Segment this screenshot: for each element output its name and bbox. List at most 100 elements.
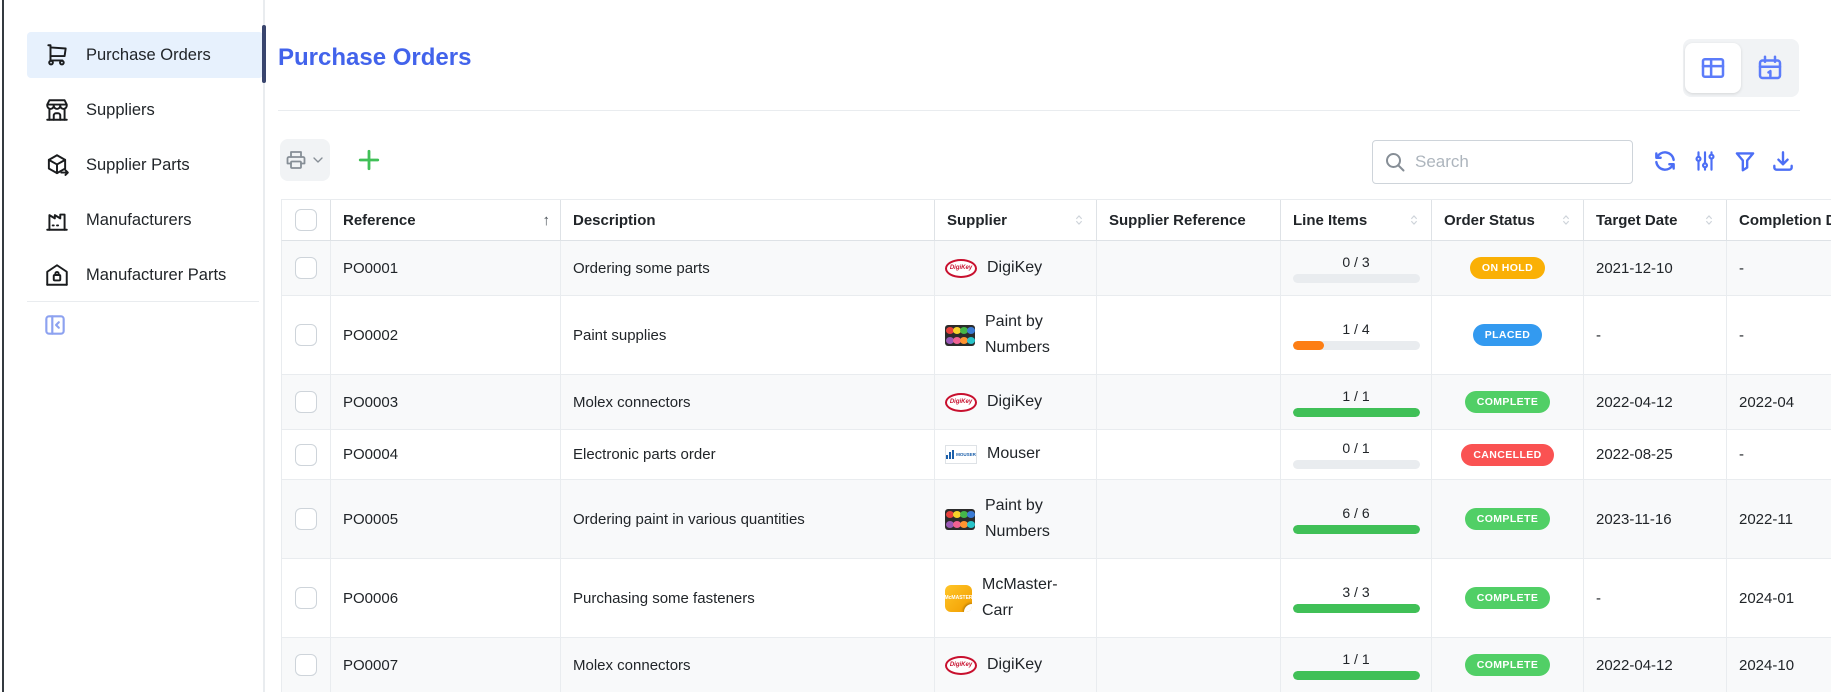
line-items-cell: 0 / 3 [1281,241,1432,296]
reference-cell[interactable]: PO0007 [331,638,561,692]
search-input[interactable] [1415,152,1636,172]
select-all-checkbox-cell [281,200,331,241]
supplier-cell[interactable]: McMASTERMcMaster-Carr [935,559,1097,638]
calendar-icon [1755,53,1785,83]
line-items-progress [1293,460,1420,469]
description-value: Ordering some parts [561,260,710,277]
table-row[interactable]: PO0004Electronic parts orderMOUSERMouser… [281,430,1831,480]
table-row[interactable]: PO0005Ordering paint in various quantiti… [281,480,1831,559]
reference-cell[interactable]: PO0001 [331,241,561,296]
add-purchase-order-button[interactable] [355,146,383,174]
row-checkbox-cell [281,638,331,692]
sidebar-divider [27,301,259,302]
reference-cell[interactable]: PO0005 [331,480,561,559]
order-status-badge: COMPLETE [1465,508,1551,530]
column-header-label: Supplier Reference [1109,212,1246,229]
reference-cell[interactable]: PO0002 [331,296,561,375]
row-checkbox[interactable] [295,391,317,413]
building-warehouse-icon [44,262,70,288]
sidebar-item-label: Purchase Orders [86,46,211,65]
sidebar-item-manufacturer-parts[interactable]: Manufacturer Parts [27,252,263,298]
line-items-cell: 6 / 6 [1281,480,1432,559]
line-items-count: 6 / 6 [1342,505,1369,521]
select-all-checkbox[interactable] [295,209,317,231]
sidebar-collapse-button[interactable] [42,312,68,338]
table-row[interactable]: PO0001 Ordering some parts DigiKeyDigiKey 0… [281,241,1831,296]
description-value: Molex connectors [561,394,691,411]
sidebar-main-divider [263,0,265,692]
supplier-name: McMaster-Carr [982,572,1074,625]
sidebar-item-suppliers[interactable]: Suppliers [27,87,263,133]
line-items-cell: 3 / 3 [1281,559,1432,638]
line-items-count: 0 / 1 [1342,440,1369,456]
description-cell: Ordering some parts [561,241,935,296]
reference-cell[interactable]: PO0004 [331,430,561,480]
completion_date-value: 2022-11 [1727,511,1793,528]
row-checkbox-cell [281,559,331,638]
supplier-cell[interactable]: DigiKeyDigiKey [935,638,1097,692]
line-items-count: 1 / 1 [1342,388,1369,404]
column-header-line_items[interactable]: Line Items [1281,200,1432,241]
table-row[interactable]: PO0007Molex connectorsDigiKeyDigiKey1 / … [281,638,1831,692]
column-header-description[interactable]: Description [561,200,935,241]
completion_date-cell: 2024-10 [1727,638,1831,692]
column-header-reference[interactable]: Reference↑ [331,200,561,241]
order-status-badge: COMPLETE [1465,654,1551,676]
table-view-button[interactable] [1685,43,1741,93]
order-status-cell: COMPLETE [1432,480,1584,559]
filter-button[interactable] [1732,148,1758,174]
row-checkbox[interactable] [295,654,317,676]
shopping-cart-icon [44,42,70,68]
column-header-completion_date[interactable]: Completion Date [1727,200,1831,241]
completion_date-cell: 2022-04 [1727,375,1831,430]
print-button[interactable] [280,139,330,181]
grid-layout-icon [1698,53,1728,83]
reference-value: PO0007 [331,657,398,674]
table-row[interactable]: PO0006Purchasing some fastenersMcMASTERM… [281,559,1831,638]
supplier-reference-cell [1097,480,1281,559]
row-checkbox[interactable] [295,324,317,346]
view-mode-toggle [1683,39,1799,97]
completion_date-cell: - [1727,296,1831,375]
calendar-view-button[interactable] [1741,39,1799,97]
target_date-value: 2023-11-16 [1584,511,1672,528]
order-status-cell: PLACED [1432,296,1584,375]
sidebar-item-supplier-parts[interactable]: Supplier Parts [27,142,263,188]
supplier-cell[interactable]: DigiKeyDigiKey [935,375,1097,430]
supplier-logo-paint [945,509,975,530]
completion_date-cell: - [1727,241,1831,296]
table-row[interactable]: PO0002Paint suppliesPaint by Numbers1 / … [281,296,1831,375]
column-header-order_status[interactable]: Order Status [1432,200,1584,241]
sidebar-item-manufacturers[interactable]: Manufacturers [27,197,263,243]
row-checkbox[interactable] [295,257,317,279]
column-header-supplier_reference[interactable]: Supplier Reference [1097,200,1281,241]
supplier-cell[interactable]: Paint by Numbers [935,480,1097,559]
supplier-cell[interactable]: MOUSERMouser [935,430,1097,480]
supplier-cell[interactable]: DigiKeyDigiKey [935,241,1097,296]
column-header-supplier[interactable]: Supplier [935,200,1097,241]
column-header-label: Description [573,212,656,229]
row-checkbox[interactable] [295,587,317,609]
reference-value: PO0001 [331,260,398,277]
table-row[interactable]: PO0003Molex connectors DigiKeyDigiKey 1 / … [281,375,1831,430]
table-options-button[interactable] [1692,148,1718,174]
row-checkbox[interactable] [295,508,317,530]
supplier-name: DigiKey [987,255,1042,281]
sidebar-scrollbar-thumb[interactable] [262,25,266,83]
building-factory-icon [44,207,70,233]
refresh-button[interactable] [1652,148,1678,174]
purchase-orders-page: Purchase Orders Suppliers Supplier Parts… [0,0,1831,692]
row-checkbox[interactable] [295,444,317,466]
order-status-badge: COMPLETE [1465,587,1551,609]
sort-ascending-icon: ↑ [543,212,551,229]
reference-cell[interactable]: PO0003 [331,375,561,430]
reference-cell[interactable]: PO0006 [331,559,561,638]
supplier-cell[interactable]: Paint by Numbers [935,296,1097,375]
sidebar-item-label: Suppliers [86,101,155,120]
description-cell: Molex connectors [561,638,935,692]
download-button[interactable] [1770,148,1796,174]
sidebar-item-purchase-orders[interactable]: Purchase Orders [27,32,263,78]
column-header-target_date[interactable]: Target Date [1584,200,1727,241]
line-items-cell: 1 / 1 [1281,375,1432,430]
row-checkbox-cell [281,296,331,375]
